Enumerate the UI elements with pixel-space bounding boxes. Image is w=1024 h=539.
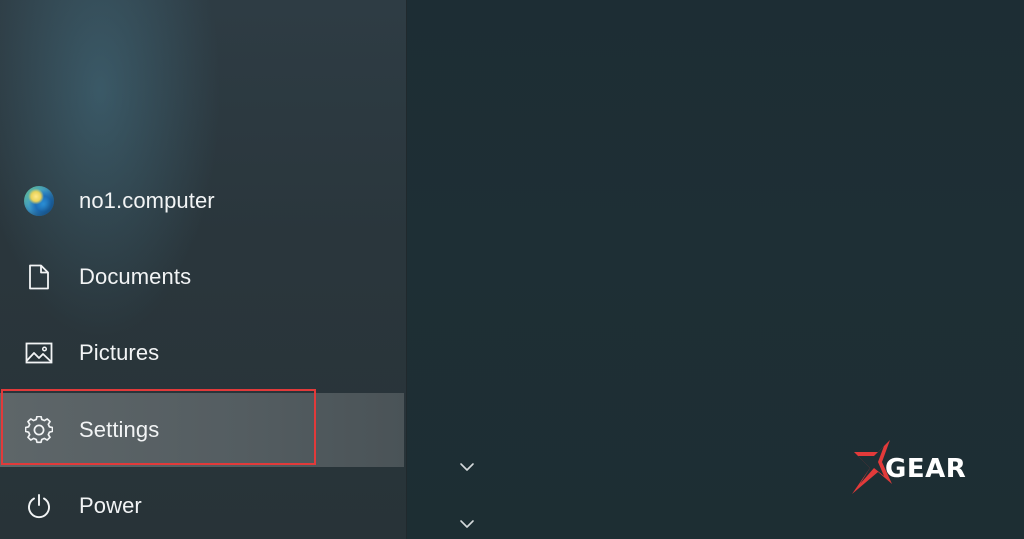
power-label: Power (79, 493, 142, 518)
document-icon (24, 262, 54, 292)
watermark-text: GEAR (885, 454, 967, 484)
pictures-label: Pictures (79, 340, 160, 365)
start-menu-sidebar: no1.computer Documents Pictures Settings… (0, 0, 407, 539)
gear-icon (24, 415, 54, 445)
chevron-down-icon[interactable] (458, 518, 476, 530)
sidebar-item-documents[interactable]: Documents (0, 240, 404, 314)
chevron-down-icon[interactable] (458, 461, 476, 473)
xgear-watermark-logo: GEAR (848, 438, 988, 498)
user-avatar-icon (24, 186, 54, 216)
sidebar-item-settings[interactable]: Settings (0, 393, 404, 467)
pictures-icon (24, 338, 54, 368)
sidebar-item-account[interactable]: no1.computer (0, 164, 404, 238)
sidebar-item-power[interactable]: Power (0, 469, 404, 539)
power-icon (24, 491, 54, 521)
sidebar-item-pictures[interactable]: Pictures (0, 316, 404, 390)
desktop-screen: no1.computer Documents Pictures Settings… (0, 0, 1024, 539)
settings-label: Settings (79, 417, 160, 442)
documents-label: Documents (79, 264, 192, 289)
account-name-label: no1.computer (79, 188, 215, 213)
